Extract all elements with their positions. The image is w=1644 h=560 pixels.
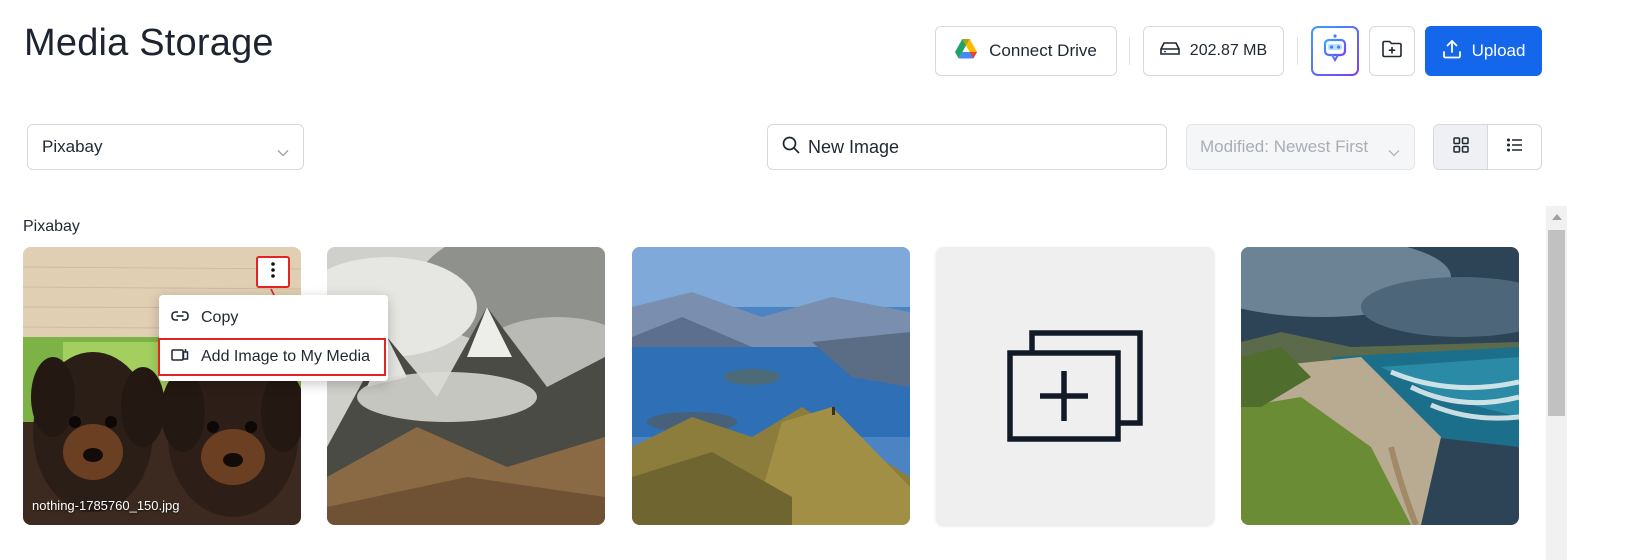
card-context-menu: Copy Add Image to My Media — [158, 295, 388, 381]
menu-item-add-to-my-media[interactable]: Add Image to My Media — [158, 338, 386, 376]
scrollbar[interactable] — [1546, 206, 1567, 560]
link-icon — [171, 309, 189, 327]
menu-item-label: Add Image to My Media — [201, 348, 370, 365]
scroll-up-arrow-icon[interactable] — [1552, 214, 1562, 220]
menu-item-copy[interactable]: Copy — [159, 299, 388, 337]
scrollbar-thumb[interactable] — [1548, 230, 1565, 416]
add-to-media-icon — [171, 348, 189, 367]
annotation-connector — [270, 288, 298, 342]
menu-item-label: Copy — [201, 309, 239, 326]
